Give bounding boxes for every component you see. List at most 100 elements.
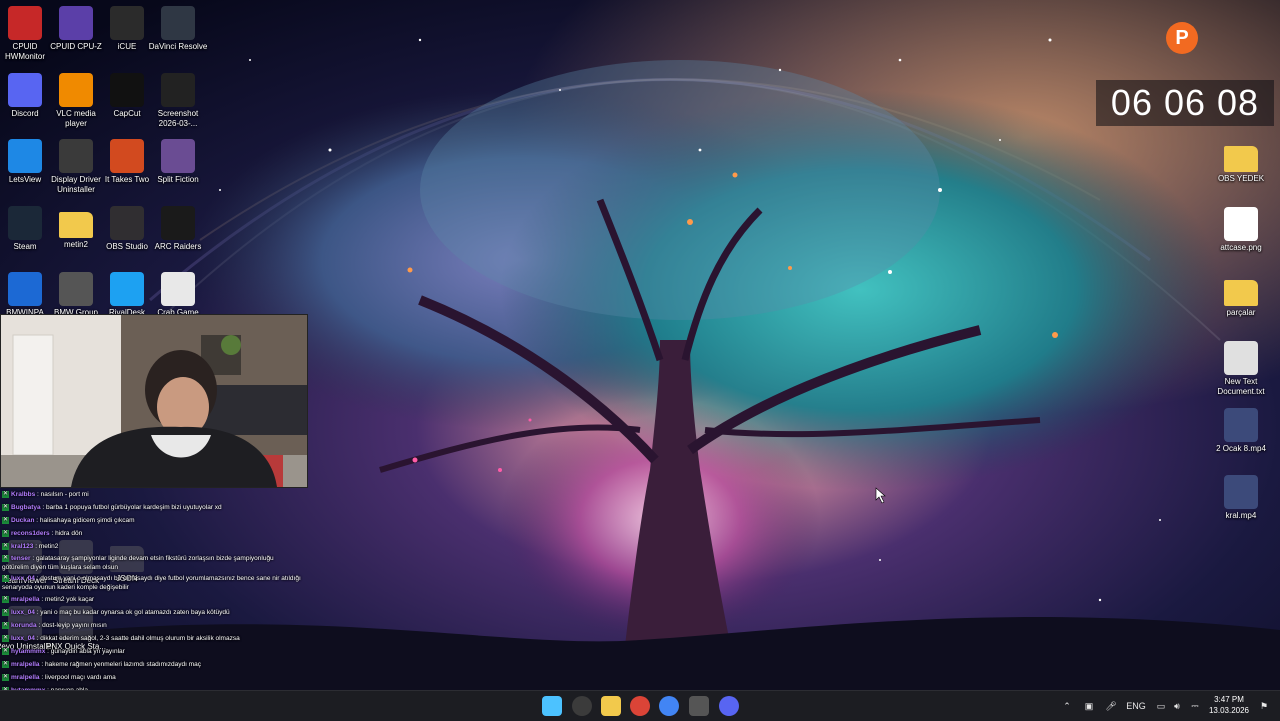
letsview-icon: [8, 139, 42, 173]
discord-icon[interactable]: [719, 696, 739, 716]
chat-text: hidra dön: [55, 530, 83, 537]
bmw-icon: [8, 272, 42, 306]
notification-bell-icon[interactable]: ⚑: [1256, 691, 1272, 721]
chat-message: ✕ kral123 : metin2: [2, 540, 302, 553]
desktop-icon[interactable]: parçalar: [1210, 274, 1272, 318]
browser-sparkle-icon[interactable]: [572, 696, 592, 716]
desktop-icon[interactable]: 2 Ocak 8.mp4: [1210, 408, 1272, 454]
capcut-icon: [110, 72, 144, 107]
chat-text: metin2: [38, 543, 59, 550]
webcam-overlay: [0, 314, 308, 488]
moderator-badge-icon: ✕: [2, 621, 9, 629]
moderator-badge-icon: ✕: [2, 574, 9, 582]
split-fiction-icon: [161, 139, 195, 173]
chat-username: Duckan: [11, 517, 35, 524]
chat-message: ✕ mralpella : liverpool maçı vardı ama: [2, 671, 302, 684]
chat-message: ✕ Kralbbs : nasılsın - port mi: [2, 488, 302, 501]
chat-message: ✕ luxx_04 : dostum yani o olmasaydı bu ol…: [2, 573, 302, 593]
moderator-badge-icon: ✕: [2, 660, 9, 668]
desktop-icon-label: attcase.png: [1220, 243, 1262, 252]
app-misc-icon[interactable]: [689, 696, 709, 716]
chat-text: galatasaray şampiyonlar liginde devam et…: [2, 555, 274, 571]
desktop-icon-label: New Text Document.txt: [1217, 377, 1265, 396]
chat-message: ✕ recons1ders : hidra dön: [2, 527, 302, 540]
chat-username: mralpella: [11, 661, 40, 668]
battery-icon[interactable]: ⎓: [1188, 691, 1202, 721]
language-indicator[interactable]: ENG: [1124, 691, 1148, 721]
desktop-icon[interactable]: Crab Game: [147, 272, 209, 318]
taskbar-clock[interactable]: 3:47 PM 13.03.2026: [1206, 694, 1252, 716]
start-button[interactable]: [542, 696, 562, 716]
microphone-icon[interactable]: 🎤︎: [1104, 691, 1118, 721]
chat-username: mralpella: [11, 596, 40, 603]
volume-icon[interactable]: 🔊︎: [1170, 691, 1184, 721]
network-icon[interactable]: ▭: [1154, 691, 1168, 721]
chat-message: ✕ luxx_04 : dikkat ederim sağol, 2-3 saat…: [2, 632, 302, 645]
desktop-icon[interactable]: Screenshot 2026-03-...: [147, 72, 209, 129]
chat-username: luxx_04: [11, 609, 35, 616]
chat-message: ✕ tenser : galatasaray şampiyonlar ligind…: [2, 553, 302, 573]
screenshot-file-icon: [161, 72, 195, 107]
desktop-icon-label: kral.mp4: [1225, 511, 1257, 520]
rivaldesk-icon: [110, 272, 144, 306]
chat-username: korunda: [11, 622, 37, 629]
chat-text: nasılsın - port mi: [40, 491, 89, 498]
chat-username: hytammmx: [11, 648, 46, 655]
moderator-badge-icon: ✕: [2, 516, 9, 524]
chat-text: yani o maç bu kadar oynarsa ok gol atama…: [40, 609, 230, 616]
ddu-icon: [59, 139, 93, 173]
desktop-icon-label: ARC Raiders: [154, 241, 202, 251]
chat-text: hakeme rağmen yenmeleri lazımdı stadımız…: [44, 661, 202, 668]
davinci-resolve-icon: [161, 6, 195, 40]
chat-text: günaydın abla yn yayınlar: [50, 648, 125, 655]
chrome-icon[interactable]: [630, 696, 650, 716]
steam-icon: [8, 205, 42, 240]
bmw-group-icon: [59, 272, 93, 306]
desktop-icon[interactable]: New Text Document.txt: [1210, 341, 1272, 397]
streaming-overlay-badge: P: [1166, 22, 1198, 54]
folder-icon: [59, 211, 93, 238]
icue-icon: [110, 6, 144, 40]
desktop-icon[interactable]: DaVinci Resolve: [147, 6, 209, 52]
chat-text: halisahaya gidicem şimdi çıkcam: [39, 517, 135, 524]
moderator-badge-icon: ✕: [2, 490, 9, 498]
chat-username: Bugbatya: [11, 504, 41, 511]
desktop-icon[interactable]: Split Fiction: [147, 139, 209, 185]
arc-raiders-icon: [161, 205, 195, 240]
chevron-up-icon[interactable]: ⌃: [1060, 691, 1074, 721]
google-icon[interactable]: [659, 696, 679, 716]
moderator-badge-icon: ✕: [2, 542, 9, 550]
chat-message: ✕ Bugbatya : barba 1 popuya futbol gürbüy…: [2, 501, 302, 514]
desktop-icon-label: DaVinci Resolve: [148, 42, 208, 51]
tray-app-icon[interactable]: ▣: [1082, 691, 1096, 721]
video-file-icon: [1224, 408, 1258, 442]
moderator-badge-icon: ✕: [2, 503, 9, 511]
chat-message: ✕ luxx_04 : yani o maç bu kadar oynarsa o…: [2, 606, 302, 619]
chat-username: tenser: [11, 555, 31, 562]
desktop-icon[interactable]: kral.mp4: [1210, 475, 1272, 521]
chat-message: ✕ Duckan : halisahaya gidicem şimdi çıkca…: [2, 514, 302, 527]
chat-message: ✕ mralpella : metin2 yok kaçar: [2, 593, 302, 606]
desktop-icon[interactable]: ARC Raiders: [147, 205, 209, 252]
crab-game-icon: [161, 272, 195, 306]
chat-username: mralpella: [11, 674, 40, 681]
moderator-badge-icon: ✕: [2, 673, 9, 681]
desktop-icon-label: parçalar: [1226, 308, 1256, 317]
chat-text: metin2 yok kaçar: [44, 596, 95, 603]
chat-text: dostum yani o olmasaydı bu olmasaydı diy…: [2, 575, 301, 591]
desktop-icon-label: Screenshot 2026-03-...: [157, 108, 199, 128]
desktop-icon[interactable]: OBS YEDEK: [1210, 140, 1272, 184]
taskbar-time: 3:47 PM: [1214, 695, 1244, 704]
chat-message: ✕ korunda : dost-leyip yayını mısın: [2, 619, 302, 632]
chat-text: dost-leyip yayını mısın: [42, 622, 107, 629]
desktop-icon-label: Split Fiction: [157, 175, 199, 184]
hwmonitor-icon: [8, 6, 42, 40]
image-file-icon: [1224, 207, 1258, 241]
chat-username: Kralbbs: [11, 491, 36, 498]
cpuz-icon: [59, 6, 93, 40]
desktop-icon[interactable]: attcase.png: [1210, 207, 1272, 253]
moderator-badge-icon: ✕: [2, 595, 9, 603]
file-explorer-icon[interactable]: [601, 696, 621, 716]
folder-icon: [1224, 280, 1258, 306]
overlay-clock: 06 06 08: [1096, 80, 1274, 126]
